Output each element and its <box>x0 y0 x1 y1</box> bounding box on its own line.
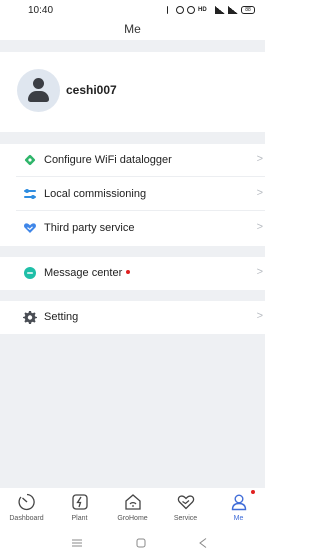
handshake-icon <box>24 223 36 233</box>
person-icon <box>231 494 246 511</box>
back-icon[interactable] <box>197 537 209 549</box>
dashboard-icon <box>18 493 35 511</box>
signal-icon-2 <box>228 5 238 14</box>
notification-badge <box>251 490 255 494</box>
unread-badge <box>126 270 131 275</box>
content-background <box>0 334 265 487</box>
status-bar: 10:40 HD 88 <box>0 0 265 18</box>
row-divider <box>16 210 265 211</box>
message-icon <box>24 267 36 279</box>
tab-label: Plant <box>71 515 88 522</box>
status-icons: HD 88 <box>167 4 255 15</box>
bluetooth-icon <box>167 5 173 14</box>
hd-icon: HD <box>198 6 207 13</box>
plant-icon <box>71 494 88 510</box>
username: ceshi007 <box>66 83 117 97</box>
menu-item-label: Message center <box>44 267 131 279</box>
avatar-head <box>33 78 44 89</box>
grohome-icon <box>124 494 141 510</box>
chevron-right-icon: > <box>256 310 263 322</box>
tab-label: Me <box>233 515 244 522</box>
chevron-right-icon: > <box>256 187 263 199</box>
row-divider <box>16 176 265 177</box>
tab-grohome[interactable]: GroHome <box>106 492 159 522</box>
signal-icon <box>215 5 225 14</box>
service-icon <box>177 495 194 510</box>
menu-item-local-commissioning[interactable]: Local commissioning > <box>0 178 265 211</box>
menu-item-label: Configure WiFi datalogger <box>44 154 172 166</box>
tab-dashboard[interactable]: Dashboard <box>0 492 53 522</box>
status-time: 10:40 <box>28 5 54 16</box>
battery-icon: 88 <box>241 5 255 14</box>
menu-icon[interactable] <box>71 537 83 549</box>
menu-item-label: Setting <box>44 311 79 323</box>
tab-service[interactable]: Service <box>159 492 212 522</box>
section-divider <box>0 290 265 301</box>
menu-item-configure-wifi-datalogger[interactable]: Configure WiFi datalogger > <box>0 144 265 177</box>
avatar-body <box>28 91 49 102</box>
menu-item-label: Local commissioning <box>44 188 147 200</box>
chevron-right-icon: > <box>256 221 263 233</box>
gear-icon <box>23 311 37 324</box>
section-divider <box>0 40 265 52</box>
tab-label: GroHome <box>117 515 148 522</box>
menu-item-message-center[interactable]: Message center > <box>0 257 265 290</box>
alarm-icon <box>187 5 195 14</box>
system-navigation-bar <box>0 532 265 554</box>
wifi-datalogger-icon <box>24 154 36 166</box>
home-icon[interactable] <box>135 537 147 549</box>
chevron-right-icon: > <box>256 153 263 165</box>
profile-card[interactable]: ceshi007 <box>0 52 265 132</box>
bottom-navigation: Dashboard Plant GroHome Service Me <box>0 487 265 532</box>
menu-item-text: Message center <box>44 267 123 279</box>
nfc-icon <box>176 5 184 14</box>
tab-plant[interactable]: Plant <box>53 492 106 522</box>
section-divider <box>0 132 265 144</box>
menu-item-setting[interactable]: Setting > <box>0 301 265 334</box>
section-divider <box>0 246 265 257</box>
tab-me[interactable]: Me <box>212 490 265 522</box>
avatar[interactable] <box>17 69 60 112</box>
menu-item-label: Third party service <box>44 222 135 234</box>
tab-label: Dashboard <box>9 515 44 522</box>
chevron-right-icon: > <box>256 266 263 278</box>
commissioning-icon <box>24 189 36 199</box>
page-title: Me <box>124 22 141 36</box>
tab-label: Service <box>173 515 198 522</box>
menu-item-third-party-service[interactable]: Third party service > <box>0 212 265 245</box>
app-header: Me <box>0 18 265 40</box>
